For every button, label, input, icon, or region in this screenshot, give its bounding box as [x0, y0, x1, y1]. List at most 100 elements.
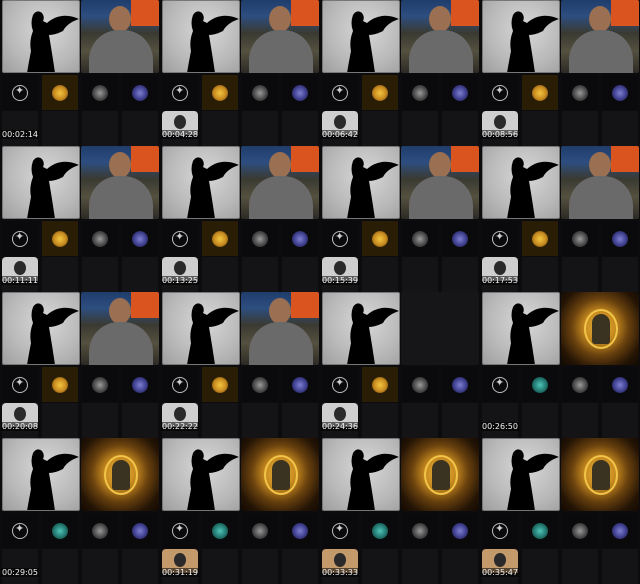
empty-tile — [362, 403, 398, 438]
empty-tile — [402, 111, 438, 146]
empty-tile — [122, 111, 158, 146]
participant-strip-tile — [402, 75, 438, 110]
participant-strip-tile — [362, 75, 398, 110]
frame-thumbnail[interactable]: 00:13:25 — [160, 146, 320, 292]
moon-avatar-icon — [292, 377, 308, 393]
empty-tile — [82, 403, 118, 438]
empty-tile — [362, 111, 398, 146]
person-video-tile — [561, 0, 639, 73]
contact-sheet-grid: 00:02:14 00:04:28 00:06:42 00:08:56 00:11:11… — [0, 0, 640, 584]
empty-tile — [442, 257, 478, 292]
empty-tile — [42, 111, 78, 146]
empty-tile — [2, 549, 38, 584]
participant-strip-tile — [2, 75, 38, 110]
empty-tile — [522, 549, 558, 584]
skull-avatar-icon — [412, 377, 428, 393]
angel-silhouette-tile — [322, 292, 400, 365]
frame-thumbnail[interactable]: 00:04:28 — [160, 0, 320, 146]
moon-avatar-icon — [452, 523, 468, 539]
skull-avatar-icon — [572, 85, 588, 101]
participant-strip-tile — [82, 367, 118, 402]
participant-strip-tile — [42, 367, 78, 402]
teal-avatar-icon — [212, 523, 228, 539]
moon-avatar-icon — [452, 231, 468, 247]
timestamp-label: 00:15:39 — [321, 276, 359, 285]
frame-thumbnail[interactable]: 00:22:22 — [160, 292, 320, 438]
participant-strip-tile — [122, 367, 158, 402]
person-video-tile — [241, 146, 319, 219]
participant-strip-tile — [202, 367, 238, 402]
skull-avatar-icon — [252, 231, 268, 247]
participant-strip-tile — [42, 75, 78, 110]
frame-thumbnail[interactable]: 00:06:42 — [320, 0, 480, 146]
moon-avatar-icon — [612, 377, 628, 393]
frame-thumbnail[interactable]: 00:31:19 — [160, 438, 320, 584]
empty-tile — [362, 257, 398, 292]
angel-silhouette-tile — [482, 0, 560, 73]
frame-thumbnail[interactable]: 00:15:39 — [320, 146, 480, 292]
participant-strip-tile — [122, 513, 158, 548]
participant-strip-tile — [162, 221, 198, 256]
frame-thumbnail[interactable]: 00:26:50 — [480, 292, 640, 438]
frame-thumbnail[interactable]: 00:20:08 — [0, 292, 160, 438]
moon-avatar-icon — [612, 523, 628, 539]
person-video-tile — [241, 292, 319, 365]
gold-avatar-icon — [212, 85, 228, 101]
empty-tile — [282, 111, 318, 146]
empty-tile — [282, 549, 318, 584]
participant-strip-tile — [82, 221, 118, 256]
frame-thumbnail[interactable]: 00:35:47 — [480, 438, 640, 584]
person-video-tile — [401, 0, 479, 73]
portrait-video-tile — [81, 438, 159, 511]
timestamp-label: 00:22:22 — [161, 422, 199, 431]
pent-avatar-icon — [492, 84, 508, 101]
participant-strip-tile — [602, 75, 638, 110]
portrait-video-tile — [561, 292, 639, 365]
participant-strip-tile — [242, 513, 278, 548]
skull-avatar-icon — [572, 231, 588, 247]
participant-strip-tile — [2, 513, 38, 548]
frame-thumbnail[interactable]: 00:17:53 — [480, 146, 640, 292]
frame-thumbnail[interactable]: 00:08:56 — [480, 0, 640, 146]
participant-strip-tile — [602, 221, 638, 256]
participant-strip-tile — [362, 513, 398, 548]
frame-thumbnail[interactable]: 00:33:33 — [320, 438, 480, 584]
participant-strip-tile — [402, 221, 438, 256]
angel-silhouette-tile — [2, 146, 80, 219]
frame-thumbnail[interactable]: 00:11:11 — [0, 146, 160, 292]
participant-strip-tile — [562, 75, 598, 110]
empty-tile — [202, 549, 238, 584]
timestamp-label: 00:31:19 — [161, 568, 199, 577]
participant-strip-tile — [362, 221, 398, 256]
timestamp-label: 00:24:36 — [321, 422, 359, 431]
frame-thumbnail[interactable]: 00:02:14 — [0, 0, 160, 146]
frame-thumbnail[interactable]: 00:24:36 — [320, 292, 480, 438]
skull-avatar-icon — [252, 85, 268, 101]
angel-silhouette-tile — [482, 292, 560, 365]
frame-thumbnail[interactable]: 00:29:05 — [0, 438, 160, 584]
skull-avatar-icon — [92, 377, 108, 393]
participant-strip-tile — [562, 367, 598, 402]
pent-avatar-icon — [12, 230, 28, 247]
skull-avatar-icon — [252, 377, 268, 393]
moon-avatar-icon — [452, 377, 468, 393]
pent-avatar-icon — [332, 522, 348, 539]
moon-avatar-icon — [292, 85, 308, 101]
skull-avatar-icon — [572, 377, 588, 393]
teal-avatar-icon — [372, 523, 388, 539]
angel-silhouette-tile — [162, 0, 240, 73]
skull-avatar-icon — [412, 523, 428, 539]
skull-avatar-icon — [572, 523, 588, 539]
timestamp-label: 00:17:53 — [481, 276, 519, 285]
gold-avatar-icon — [212, 231, 228, 247]
empty-tile — [482, 403, 518, 438]
participant-strip-tile — [482, 75, 518, 110]
participant-strip-tile — [522, 221, 558, 256]
angel-silhouette-tile — [2, 292, 80, 365]
participant-strip-tile — [482, 221, 518, 256]
moon-avatar-icon — [132, 231, 148, 247]
empty-tile — [82, 549, 118, 584]
participant-strip-tile — [522, 513, 558, 548]
gold-avatar-icon — [372, 85, 388, 101]
teal-avatar-icon — [52, 523, 68, 539]
